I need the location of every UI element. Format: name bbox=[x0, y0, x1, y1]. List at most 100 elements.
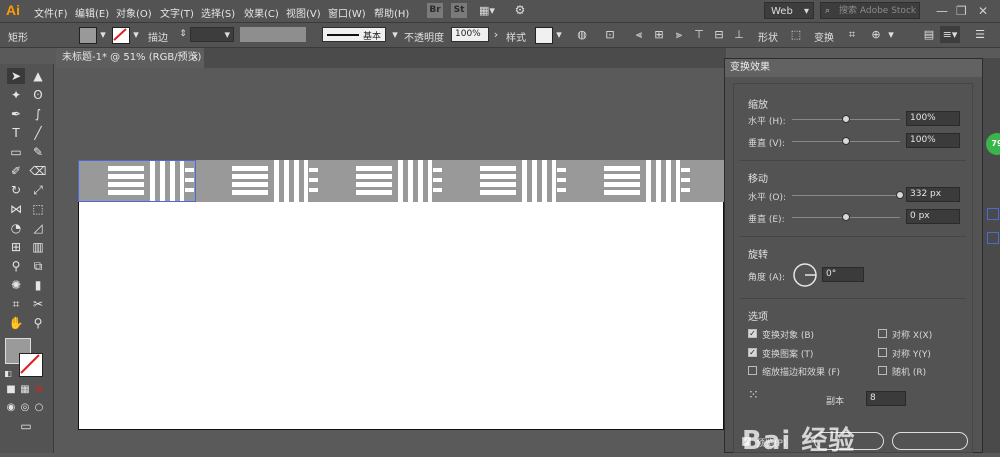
draw-normal-icon[interactable]: ◉ bbox=[5, 400, 17, 416]
reflect-x-checkbox[interactable] bbox=[878, 329, 887, 338]
fill-swatch[interactable] bbox=[79, 27, 97, 44]
restore-button[interactable]: ❐ bbox=[956, 4, 967, 18]
eraser-tool-icon[interactable]: ⌫ bbox=[29, 163, 47, 179]
panel-icon[interactable] bbox=[987, 208, 999, 220]
scale-vertical-input[interactable]: 100% bbox=[906, 133, 960, 148]
menu-view[interactable]: 视图(V) bbox=[286, 5, 321, 20]
arrange-icon[interactable]: ▤ bbox=[922, 28, 936, 41]
shaper-tool-icon[interactable]: ✐ bbox=[7, 163, 25, 179]
slider-knob[interactable] bbox=[842, 137, 850, 145]
chevron-down-icon[interactable]: ▾ bbox=[129, 28, 143, 41]
reflect-y-checkbox[interactable] bbox=[878, 348, 887, 357]
transform-label[interactable]: 变换 bbox=[814, 29, 834, 44]
menu-file[interactable]: 文件(F) bbox=[34, 5, 68, 20]
pattern-strip[interactable] bbox=[78, 160, 724, 202]
menu-type[interactable]: 文字(T) bbox=[160, 5, 194, 20]
selection-bounding-box[interactable] bbox=[78, 160, 196, 202]
align-center-icon[interactable]: ⊞ bbox=[652, 28, 666, 41]
align-bottom-icon[interactable]: ⊥ bbox=[732, 28, 746, 41]
random-checkbox[interactable] bbox=[878, 366, 887, 375]
minimize-button[interactable]: — bbox=[936, 4, 948, 18]
stroke-swatch[interactable] bbox=[112, 27, 130, 44]
slider-knob[interactable] bbox=[896, 191, 904, 199]
chevron-right-icon[interactable]: › bbox=[489, 28, 503, 41]
scale-tool-icon[interactable]: ⤢ bbox=[29, 182, 47, 198]
close-window-button[interactable]: ✕ bbox=[978, 4, 988, 18]
draw-behind-icon[interactable]: ◎ bbox=[19, 400, 31, 416]
bridge-button[interactable]: Br bbox=[427, 3, 443, 18]
artboard-tool-icon[interactable]: ⌗ bbox=[7, 296, 25, 312]
gradient-tool-icon[interactable]: ▥ bbox=[29, 239, 47, 255]
chevron-down-icon[interactable]: ▾ bbox=[96, 28, 110, 41]
default-colors-icon[interactable]: ◧ bbox=[3, 366, 13, 382]
chevron-down-icon[interactable]: ▾ bbox=[388, 28, 402, 41]
transform-objects-checkbox[interactable]: ✓ bbox=[748, 329, 757, 338]
shape-properties-icon[interactable]: ⬚ bbox=[789, 28, 803, 41]
transform-box-icon[interactable]: ⌗ bbox=[845, 28, 859, 41]
brush-definition-dropdown[interactable]: 基本 bbox=[322, 27, 386, 42]
slice-tool-icon[interactable]: ✂ bbox=[29, 296, 47, 312]
style-swatch[interactable] bbox=[535, 27, 553, 44]
stepper-icon[interactable]: ⇕ bbox=[176, 28, 190, 41]
stock-button[interactable]: St bbox=[451, 3, 467, 18]
zoom-tool-icon[interactable]: ⚲ bbox=[29, 315, 47, 331]
menu-window[interactable]: 窗口(W) bbox=[328, 5, 366, 20]
line-tool-icon[interactable]: ╱ bbox=[29, 125, 47, 141]
draw-inside-icon[interactable]: ○ bbox=[33, 400, 45, 416]
color-mode-icon[interactable]: ■ bbox=[5, 382, 17, 398]
move-vertical-input[interactable]: 0 px bbox=[906, 209, 960, 224]
angle-input[interactable]: 0° bbox=[822, 267, 864, 282]
menu-effect[interactable]: 效果(C) bbox=[244, 5, 279, 20]
dialog-title[interactable]: 变换效果 bbox=[725, 59, 982, 77]
rectangle-tool-icon[interactable]: ▭ bbox=[7, 144, 25, 160]
perspective-grid-tool-icon[interactable]: ◿ bbox=[29, 220, 47, 236]
align-to-icon[interactable]: ⊡ bbox=[603, 28, 617, 41]
angle-dial-icon[interactable] bbox=[792, 262, 818, 288]
screen-mode-icon[interactable]: ▭ bbox=[16, 418, 36, 434]
scale-horizontal-input[interactable]: 100% bbox=[906, 111, 960, 126]
chevron-down-icon[interactable]: ▾ bbox=[884, 28, 898, 41]
lasso-tool-icon[interactable]: ʘ bbox=[29, 87, 47, 103]
menu-help[interactable]: 帮助(H) bbox=[374, 5, 409, 20]
reference-point-icon[interactable]: ⁙ bbox=[748, 388, 759, 403]
width-tool-icon[interactable]: ⋈ bbox=[7, 201, 25, 217]
panel-icon[interactable] bbox=[987, 232, 999, 244]
hand-tool-icon[interactable]: ✋ bbox=[7, 315, 25, 331]
transform-patterns-checkbox[interactable]: ✓ bbox=[748, 348, 757, 357]
stroke-color-swatch[interactable] bbox=[19, 353, 43, 377]
slider-knob[interactable] bbox=[842, 115, 850, 123]
scale-strokes-checkbox[interactable] bbox=[748, 366, 757, 375]
type-tool-icon[interactable]: T bbox=[7, 125, 25, 141]
menu-object[interactable]: 对象(O) bbox=[116, 5, 152, 20]
paintbrush-tool-icon[interactable]: ✎ bbox=[29, 144, 47, 160]
variable-width-profile[interactable] bbox=[240, 27, 306, 42]
menu-select[interactable]: 选择(S) bbox=[201, 5, 235, 20]
panel-menu-icon[interactable]: ≡▾ bbox=[940, 26, 960, 43]
eyedropper-tool-icon[interactable]: ⚲ bbox=[7, 258, 25, 274]
stroke-weight-field[interactable]: ▾ bbox=[190, 27, 234, 42]
move-horizontal-input[interactable]: 332 px bbox=[906, 187, 960, 202]
align-left-icon[interactable]: ⫷ bbox=[632, 28, 646, 41]
align-top-icon[interactable]: ⊤ bbox=[692, 28, 706, 41]
magic-wand-tool-icon[interactable]: ✦ bbox=[7, 87, 25, 103]
symbol-sprayer-tool-icon[interactable]: ✺ bbox=[7, 277, 25, 293]
align-middle-icon[interactable]: ⊟ bbox=[712, 28, 726, 41]
stock-search-input[interactable]: ⌕ 搜索 Adobe Stock bbox=[820, 2, 920, 19]
menu-edit[interactable]: 编辑(E) bbox=[75, 5, 109, 20]
direct-selection-tool-icon[interactable]: ▲ bbox=[29, 68, 47, 84]
workspace-switcher[interactable]: Web ▾ bbox=[764, 2, 814, 19]
document-tab[interactable]: 未标题-1* @ 51% (RGB/预览) × bbox=[56, 48, 204, 68]
copies-input[interactable]: 8 bbox=[866, 391, 906, 406]
gradient-mode-icon[interactable]: ▦ bbox=[19, 382, 31, 398]
move-horizontal-slider[interactable] bbox=[792, 195, 900, 196]
chevron-down-icon[interactable]: ▾ bbox=[552, 28, 566, 41]
cancel-button[interactable] bbox=[892, 432, 968, 450]
blend-tool-icon[interactable]: ⧉ bbox=[29, 258, 47, 274]
opacity-input[interactable]: 100% bbox=[451, 27, 489, 42]
curvature-tool-icon[interactable]: ∫ bbox=[29, 106, 47, 122]
none-mode-icon[interactable]: ⊘ bbox=[33, 382, 45, 398]
recolor-artwork-icon[interactable]: ◍ bbox=[575, 28, 589, 41]
column-graph-tool-icon[interactable]: ▮ bbox=[29, 277, 47, 293]
selection-tool-icon[interactable]: ➤ bbox=[7, 68, 25, 84]
pen-tool-icon[interactable]: ✒ bbox=[7, 106, 25, 122]
